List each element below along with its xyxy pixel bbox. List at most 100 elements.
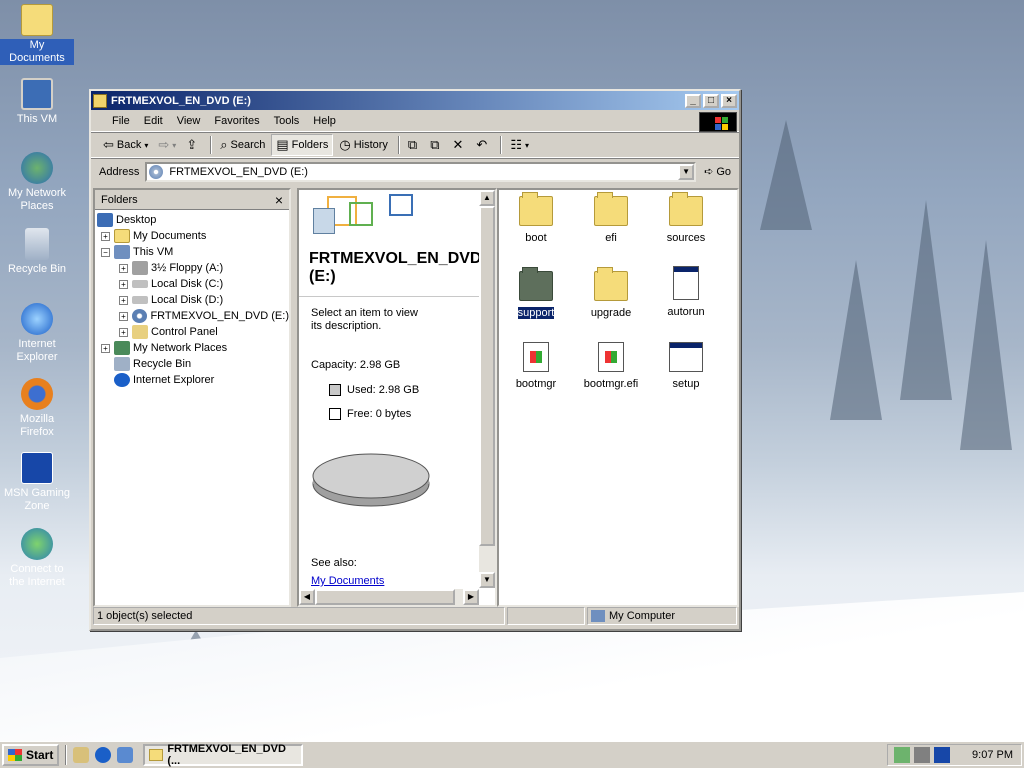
minimize-button[interactable]: _	[685, 93, 701, 108]
expand-icon[interactable]: +	[101, 343, 110, 353]
tree-item-my-network-places[interactable]: + My Network Places	[95, 340, 289, 356]
tree-item-label: This VM	[133, 246, 174, 258]
used-color-swatch	[329, 384, 341, 396]
close-button[interactable]: ×	[721, 93, 737, 108]
tree-item-floppy[interactable]: +3½ Floppy (A:)	[95, 260, 289, 276]
history-button[interactable]: ◷ History	[335, 135, 392, 155]
scroll-down-button[interactable]: ▼	[479, 572, 495, 588]
info-title: FRTMEXVOL_EN_DVD (E:)	[309, 250, 482, 285]
up-folder-icon: ⇪	[186, 137, 198, 152]
tree-item-desktop[interactable]: Desktop	[95, 212, 289, 228]
close-folders-pane-icon[interactable]: ×	[275, 192, 283, 208]
tree-item-recycle-bin[interactable]: Recycle Bin	[95, 356, 289, 372]
toolbar-separator	[210, 136, 213, 154]
address-input[interactable]: FRTMEXVOL_EN_DVD (E:) ▼	[145, 161, 697, 182]
delete-button[interactable]: ✕	[449, 135, 471, 155]
expand-icon[interactable]: +	[101, 231, 110, 241]
menu-favorites[interactable]: Favorites	[207, 115, 266, 127]
file-item-label: autorun	[667, 306, 705, 318]
tree-item-control-panel[interactable]: + Control Panel	[95, 324, 289, 340]
menu-view[interactable]: View	[170, 115, 208, 127]
taskbar-window-button[interactable]: FRTMEXVOL_EN_DVD (...	[143, 743, 304, 767]
scroll-up-button[interactable]: ▲	[479, 190, 495, 206]
recycle-bin-icon	[25, 228, 49, 260]
file-item-boot[interactable]: boot	[501, 192, 571, 244]
toolbar-separator	[397, 136, 400, 154]
desktop-icon-recycle-bin[interactable]: Recycle Bin	[0, 228, 74, 276]
menu-file[interactable]: File	[105, 115, 137, 127]
expand-icon[interactable]: +	[119, 279, 128, 289]
desktop-icon-my-network-places[interactable]: My Network Places	[0, 152, 74, 213]
taskbar-window-label: FRTMEXVOL_EN_DVD (...	[167, 743, 286, 767]
move-to-button[interactable]: ⧉	[404, 135, 424, 155]
volume-icon[interactable]	[914, 747, 931, 763]
tree-item-dvd-e[interactable]: + FRTMEXVOL_EN_DVD (E:)	[95, 308, 289, 324]
undo-button[interactable]: ↶	[472, 135, 494, 155]
up-folder-button[interactable]: ⇪	[182, 135, 204, 155]
tree-item-local-disk-d[interactable]: + Local Disk (D:)	[95, 292, 289, 308]
tree-item-internet-explorer[interactable]: Internet Explorer	[95, 372, 289, 388]
search-icon: ⌕	[220, 137, 228, 152]
menu-edit[interactable]: Edit	[137, 115, 170, 127]
file-item-bootmgr[interactable]: bootmgr	[501, 342, 571, 390]
file-item-sources[interactable]: sources	[651, 192, 721, 244]
scroll-right-button[interactable]: ▶	[463, 589, 479, 605]
search-button[interactable]: ⌕ Search	[216, 135, 269, 155]
file-item-autorun[interactable]: autorun	[651, 266, 721, 318]
msn-gaming-zone-icon[interactable]	[934, 747, 951, 763]
views-button[interactable]: ☷ ▾	[506, 135, 533, 155]
address-dropdown-button[interactable]: ▼	[678, 163, 695, 180]
clock: 9:07 PM	[972, 749, 1013, 761]
folders-pane-header: Folders ×	[95, 190, 289, 210]
desktop-icon-label: MSN Gaming Zone	[3, 487, 71, 512]
menu-help[interactable]: Help	[306, 115, 343, 127]
windows-logo-icon	[699, 112, 737, 132]
address-label: Address	[99, 165, 140, 178]
collapse-icon[interactable]: −	[101, 247, 110, 257]
file-item-support[interactable]: support	[501, 267, 571, 319]
file-item-efi[interactable]: efi	[576, 192, 646, 244]
tree-item-this-vm[interactable]: − This VM	[95, 244, 289, 260]
scroll-thumb[interactable]	[479, 206, 495, 546]
network-tray-icon[interactable]	[894, 747, 911, 763]
title-bar[interactable]: FRTMEXVOL_EN_DVD (E:) _ □ ×	[91, 91, 739, 110]
file-item-upgrade[interactable]: upgrade	[576, 267, 646, 319]
vertical-scrollbar[interactable]: ▲ ▼	[479, 190, 495, 588]
desktop-icon-msn-gaming-zone[interactable]: MSN Gaming Zone	[0, 452, 74, 513]
scroll-left-button[interactable]: ◀	[299, 589, 315, 605]
show-desktop-icon[interactable]	[73, 747, 90, 763]
file-item-label: setup	[672, 378, 700, 390]
horizontal-scrollbar[interactable]: ◀ ▶	[299, 589, 479, 605]
outlook-express-icon[interactable]	[117, 747, 134, 763]
internet-explorer-icon[interactable]	[95, 747, 112, 763]
maximize-button[interactable]: □	[703, 93, 719, 108]
desktop-icon-label: My Documents	[0, 39, 74, 65]
content-panes: Folders × Desktop + My Documents − This VM…	[93, 188, 739, 607]
copy-to-button[interactable]: ⧉	[426, 135, 446, 155]
desktop-icon-my-documents[interactable]: My Documents	[0, 4, 74, 65]
back-button[interactable]: ⇦ Back ▾	[99, 135, 152, 155]
file-item-setup[interactable]: setup	[651, 342, 721, 390]
desktop-icon-mozilla-firefox[interactable]: Mozilla Firefox	[0, 378, 74, 439]
bg-tree	[900, 200, 952, 400]
desktop-icon-this-vm[interactable]: This VM	[0, 78, 74, 126]
tree-item-local-disk-c[interactable]: + Local Disk (C:)	[95, 276, 289, 292]
expand-icon[interactable]: +	[119, 295, 128, 305]
desktop-icon-connect-to-internet[interactable]: Connect to the Internet	[0, 528, 74, 589]
file-item-bootmgr-efi[interactable]: bootmgr.efi	[576, 342, 646, 390]
start-button[interactable]: Start	[2, 744, 60, 766]
desktop-icon-internet-explorer[interactable]: Internet Explorer	[0, 303, 74, 364]
file-item-label: bootmgr.efi	[583, 378, 639, 390]
expand-icon[interactable]: +	[119, 327, 128, 337]
expand-icon[interactable]: +	[119, 311, 128, 321]
scroll-thumb[interactable]	[315, 589, 455, 605]
folders-button[interactable]: ▤ Folders	[271, 134, 334, 156]
go-button[interactable]: ➪ Go	[696, 165, 739, 179]
tree-item-my-documents[interactable]: + My Documents	[95, 228, 289, 244]
status-selection: 1 object(s) selected	[93, 607, 505, 625]
forward-button[interactable]: ⇨ ▾	[154, 135, 180, 155]
menu-tools[interactable]: Tools	[267, 115, 307, 127]
expand-icon[interactable]: +	[119, 263, 128, 273]
my-documents-link[interactable]: My Documents	[311, 575, 384, 587]
application-icon	[669, 342, 703, 372]
